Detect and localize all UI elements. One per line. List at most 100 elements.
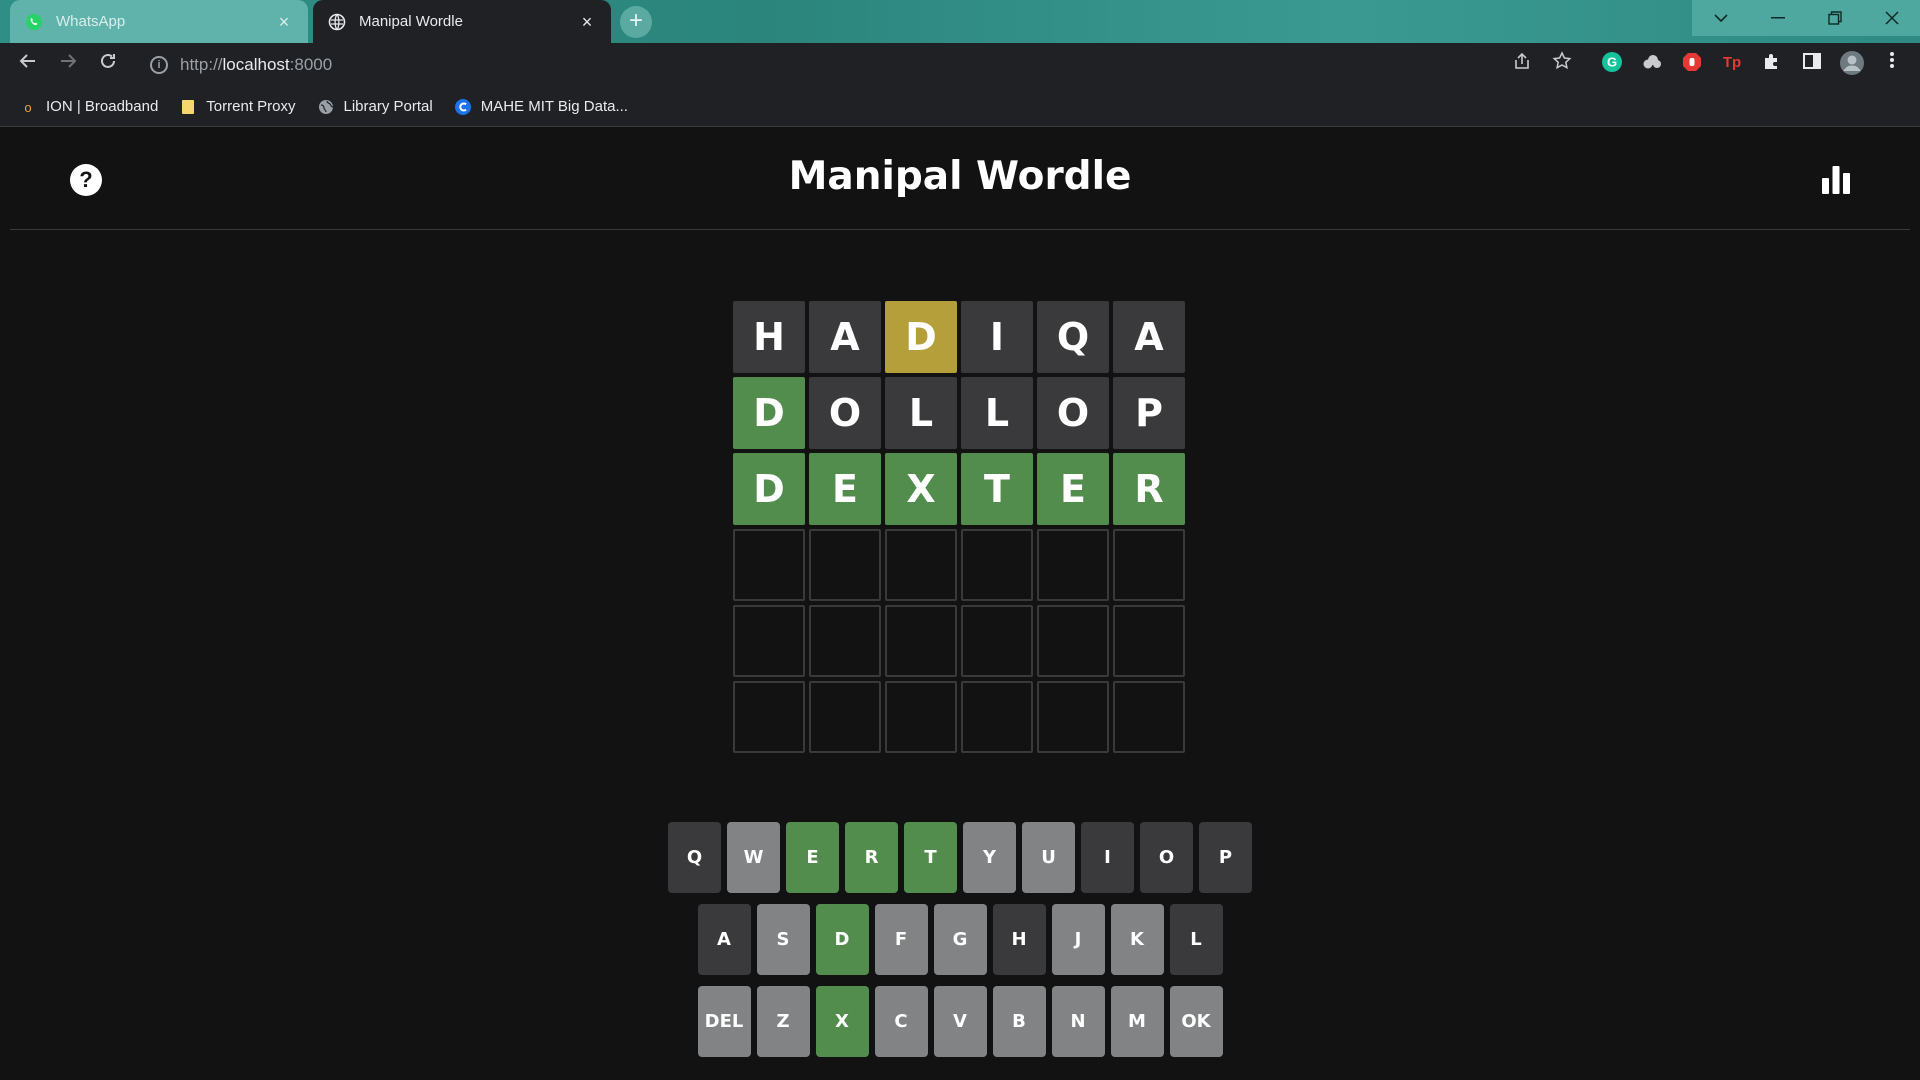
key-h[interactable]: H (992, 904, 1046, 975)
new-tab-button[interactable]: + (620, 6, 652, 38)
on-screen-keyboard: Q W E R T Y U I O P A S D F G H J K L DEL Z X C V B N M OK (0, 822, 1920, 1068)
board-tile: X (885, 453, 957, 525)
board-tile (1113, 681, 1185, 753)
tab-search-icon[interactable] (1692, 0, 1749, 36)
bookmark-star-icon[interactable] (1548, 51, 1576, 79)
bookmarks-bar: o ION | Broadband Torrent Proxy Library … (0, 87, 1920, 127)
address-bar[interactable]: i http://localhost:8000 (140, 48, 1510, 82)
page-title: Manipal Wordle (788, 154, 1132, 199)
board-tile (1113, 529, 1185, 601)
extensions-puzzle-icon[interactable] (1758, 51, 1786, 79)
tab-whatsapp[interactable]: WhatsApp × (10, 0, 308, 43)
bookmark-ion-broadband[interactable]: o ION | Broadband (20, 98, 158, 115)
board-tile: L (961, 377, 1033, 449)
key-t[interactable]: T (904, 822, 957, 893)
key-i[interactable]: I (1081, 822, 1134, 893)
board-tile: R (1113, 453, 1185, 525)
board-tile: O (809, 377, 881, 449)
c-icon (454, 98, 471, 115)
board-tile (809, 681, 881, 753)
board-tile (1037, 605, 1109, 677)
key-o[interactable]: O (1140, 822, 1193, 893)
key-g[interactable]: G (933, 904, 987, 975)
board-tile: A (809, 301, 881, 373)
reload-icon[interactable] (94, 51, 122, 79)
key-s[interactable]: S (756, 904, 810, 975)
adblock-icon[interactable] (1678, 51, 1706, 79)
board-tile (1037, 681, 1109, 753)
board-tile: L (885, 377, 957, 449)
tab-manipal-wordle[interactable]: Manipal Wordle × (313, 0, 611, 43)
side-panel-icon[interactable] (1798, 51, 1826, 79)
board-tile: D (733, 453, 805, 525)
browser-menu-icon[interactable] (1878, 51, 1906, 79)
key-j[interactable]: J (1051, 904, 1105, 975)
tab-strip: WhatsApp × Manipal Wordle × + (0, 0, 1920, 43)
keyboard-row: QWERTYUIOP (0, 822, 1920, 893)
board-tile: Q (1037, 301, 1109, 373)
key-p[interactable]: P (1199, 822, 1252, 893)
board-tile (809, 605, 881, 677)
board-tile: O (1037, 377, 1109, 449)
stats-icon[interactable] (1820, 164, 1852, 196)
key-u[interactable]: U (1022, 822, 1075, 893)
restore-icon[interactable] (1806, 0, 1863, 36)
bookmark-library-portal[interactable]: Library Portal (318, 98, 433, 115)
board-tile (885, 681, 957, 753)
tp-extension-icon[interactable]: Tp (1718, 51, 1746, 79)
board-tile: D (733, 377, 805, 449)
key-c[interactable]: C (874, 986, 928, 1057)
tab-title: Manipal Wordle (359, 13, 463, 30)
board-tile (809, 529, 881, 601)
board-tile: T (961, 453, 1033, 525)
bookmark-label: Torrent Proxy (206, 98, 296, 115)
key-n[interactable]: N (1051, 986, 1105, 1057)
key-d[interactable]: D (815, 904, 869, 975)
key-m[interactable]: M (1110, 986, 1164, 1057)
share-icon[interactable] (1508, 51, 1536, 79)
game-board: HADIQADOLLOPDEXTER (733, 301, 1185, 753)
avatar[interactable] (1838, 51, 1866, 79)
key-q[interactable]: Q (668, 822, 721, 893)
bookmark-mahe-mit[interactable]: MAHE MIT Big Data... (454, 98, 628, 115)
site-info-icon[interactable]: i (150, 56, 168, 74)
key-y[interactable]: Y (963, 822, 1016, 893)
browser-toolbar: i http://localhost:8000 G Tp (0, 43, 1920, 87)
key-b[interactable]: B (992, 986, 1046, 1057)
board-tile (885, 529, 957, 601)
board-tile: H (733, 301, 805, 373)
close-icon[interactable]: × (577, 12, 597, 32)
board-tile: E (1037, 453, 1109, 525)
url-text: http://localhost:8000 (180, 55, 333, 74)
key-k[interactable]: K (1110, 904, 1164, 975)
close-icon[interactable]: × (274, 12, 294, 32)
back-icon[interactable] (14, 51, 42, 79)
board-tile (961, 605, 1033, 677)
board-tile: D (885, 301, 957, 373)
key-f[interactable]: F (874, 904, 928, 975)
key-e[interactable]: E (786, 822, 839, 893)
delete-key[interactable]: DEL (697, 986, 751, 1057)
enter-key[interactable]: OK (1169, 986, 1223, 1057)
forward-icon[interactable] (54, 51, 82, 79)
bookmark-torrent-proxy[interactable]: Torrent Proxy (180, 98, 296, 115)
svg-text:G: G (1607, 55, 1617, 70)
key-w[interactable]: W (727, 822, 780, 893)
bookmark-label: Library Portal (343, 98, 433, 115)
extension-cloud-icon[interactable] (1638, 51, 1666, 79)
board-tile: A (1113, 301, 1185, 373)
folder-icon (180, 99, 196, 115)
key-r[interactable]: R (845, 822, 898, 893)
key-z[interactable]: Z (756, 986, 810, 1057)
grammarly-icon[interactable]: G (1598, 51, 1626, 79)
board-tile: I (961, 301, 1033, 373)
key-a[interactable]: A (697, 904, 751, 975)
key-v[interactable]: V (933, 986, 987, 1057)
key-l[interactable]: L (1169, 904, 1223, 975)
close-window-icon[interactable] (1863, 0, 1920, 36)
key-x[interactable]: X (815, 986, 869, 1057)
minimize-icon[interactable] (1749, 0, 1806, 36)
board-tile: P (1113, 377, 1185, 449)
whatsapp-icon (24, 12, 44, 32)
page-content: ? Manipal Wordle HADIQADOLLOPDEXTER QWER… (0, 128, 1920, 1080)
